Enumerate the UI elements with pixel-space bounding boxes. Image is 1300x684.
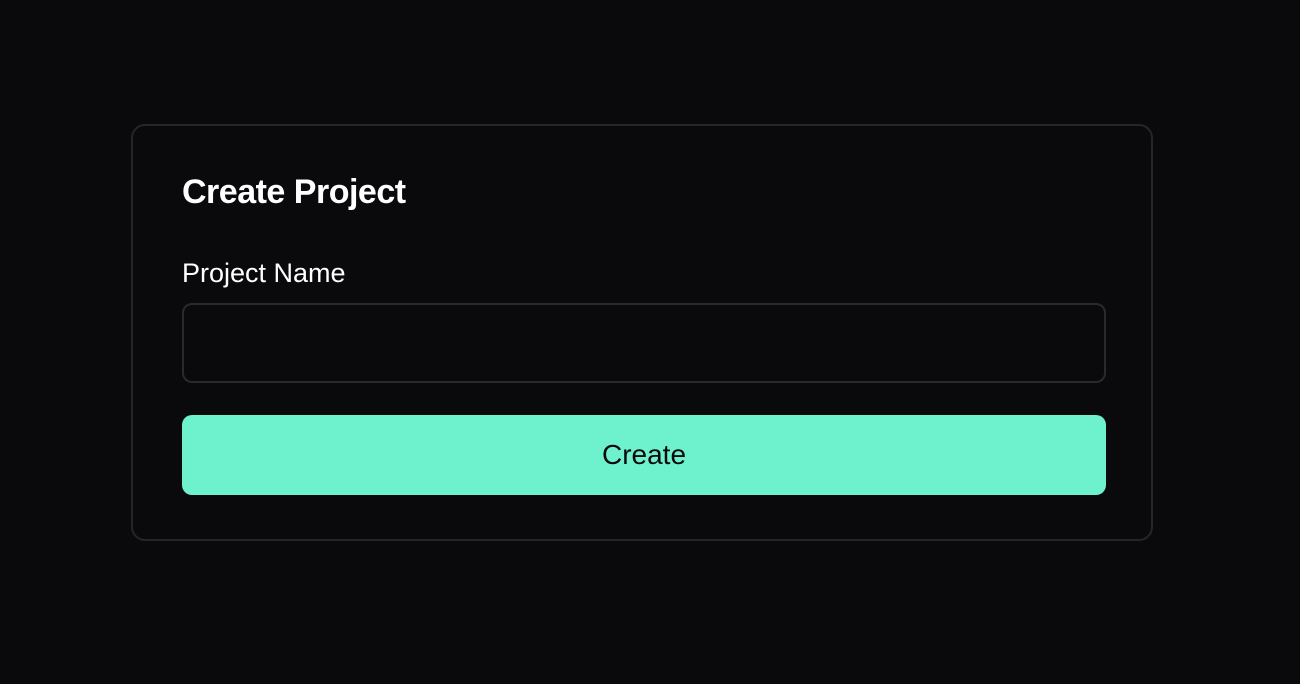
project-name-input[interactable] xyxy=(182,303,1106,383)
create-project-card: Create Project Project Name Create xyxy=(131,124,1153,541)
create-button[interactable]: Create xyxy=(182,415,1106,495)
project-name-label: Project Name xyxy=(182,258,346,288)
card-title: Create Project xyxy=(182,173,406,211)
